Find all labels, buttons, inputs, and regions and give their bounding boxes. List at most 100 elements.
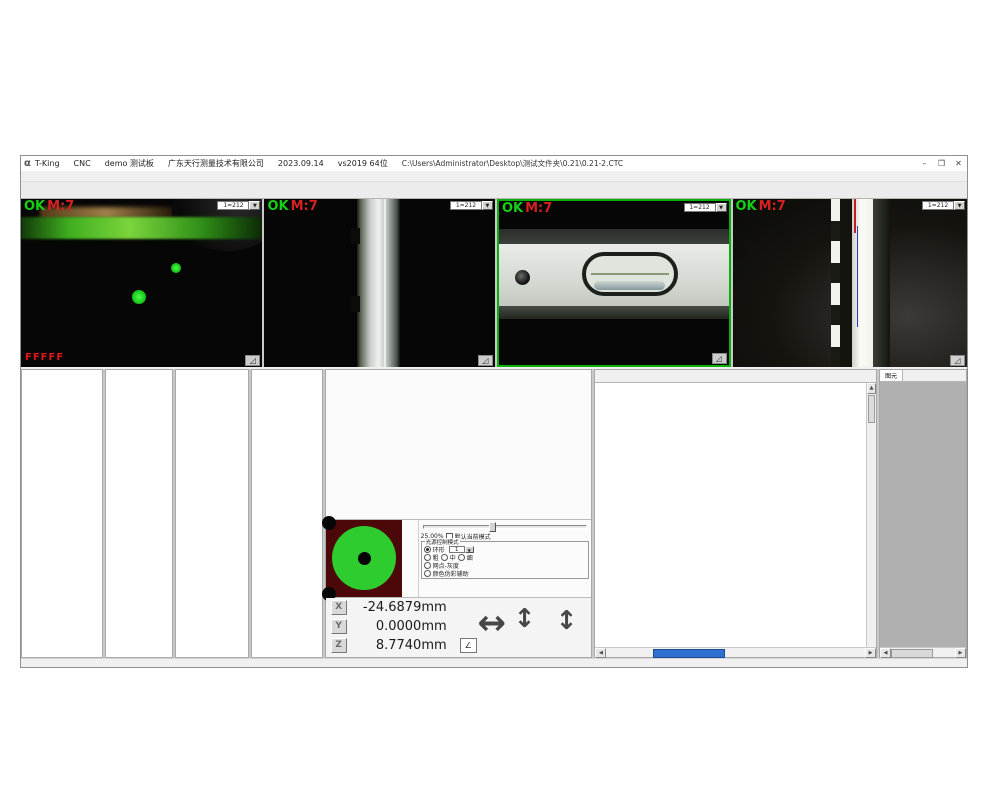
camera3-top-edge (499, 229, 729, 244)
camera3-resize-icon[interactable]: ◿ (712, 353, 727, 364)
table-horizontal-scrollbar[interactable]: ◀ ▶ (595, 647, 876, 657)
close-button[interactable]: ✕ (950, 157, 967, 170)
camera4-resize-icon[interactable]: ◿ (950, 355, 965, 366)
size-coarse-radio[interactable] (424, 554, 431, 561)
camera-view-3-selected[interactable]: OKM:7 1=212▼ ◿ (497, 199, 731, 367)
status-ok-label: OK (736, 199, 757, 214)
chevron-down-icon[interactable]: ▼ (465, 546, 474, 553)
date-label: 2023.09.14 (278, 159, 324, 168)
scroll-left-icon[interactable]: ◀ (880, 648, 891, 658)
title-bar: α T-King CNC demo 测试板 广东天行测量技术有限公司 2023.… (21, 156, 967, 171)
chevron-down-icon[interactable]: ▼ (954, 201, 965, 210)
status-ok-label: OK (24, 199, 45, 214)
camera-view-2[interactable]: OKM:7 1=212▼ ◿ (264, 199, 495, 367)
feature-tree-2 (105, 369, 173, 658)
jog-z-arrows-icon[interactable]: ↕ (556, 608, 578, 634)
table-vertical-scrollbar[interactable]: ▲ (866, 383, 876, 647)
camera-row: OKM:7 1=212▼ FFFFF ◿ OKM:7 1=212▼ ◿ OKM:… (21, 199, 967, 367)
camera1-laser-dot (171, 263, 181, 273)
results-panel: ▲ ◀ ▶ (594, 369, 877, 658)
slider-thumb[interactable] (489, 522, 496, 532)
camera4-blue-marker (857, 226, 858, 327)
camera-view-1[interactable]: OKM:7 1=212▼ FFFFF ◿ (21, 199, 262, 367)
measure-tool-palette (326, 370, 592, 520)
camera3-slot-shade (594, 281, 665, 290)
size-fine-radio[interactable] (458, 554, 465, 561)
angle-tool-button[interactable]: ∠ (460, 638, 477, 653)
camera2-rod (357, 199, 401, 367)
light-mode-group-title: 光源控制模式 (425, 538, 460, 546)
camera2-highlight (384, 199, 386, 367)
size-medium-radio[interactable] (441, 554, 448, 561)
z-axis-value: 8.7740mm (347, 638, 447, 653)
camera3-slot (582, 252, 678, 296)
toolbar (21, 182, 967, 199)
camera1-laser-dot (132, 290, 146, 304)
measure-count-label: M:7 (47, 199, 74, 214)
scroll-thumb[interactable] (891, 649, 933, 658)
chevron-down-icon[interactable]: ▼ (482, 201, 493, 210)
grid-gray-label: 网点-灰度 (433, 561, 459, 569)
default-mode-label: 默认当前模式 (455, 532, 491, 540)
brightness-slider[interactable] (423, 522, 588, 530)
file-path: C:\Users\Administrator\Desktop\测试文件夹\0.2… (402, 158, 623, 169)
y-axis-value: 0.0000mm (347, 619, 447, 634)
scroll-thumb[interactable] (653, 649, 725, 658)
light-control-panel: 25.00% 默认当前模式 光源控制模式 环形 1▼ 粗 中 细 网点-灰度 颜… (326, 520, 592, 598)
chevron-down-icon[interactable]: ▼ (249, 201, 260, 210)
ring-mode-radio[interactable] (424, 546, 431, 553)
ring-light-preview[interactable] (326, 520, 402, 597)
camera1-laser-band (21, 217, 262, 239)
element-tab[interactable]: 图元 (880, 370, 903, 381)
chevron-down-icon[interactable]: ▼ (716, 203, 727, 212)
element-panel-empty (880, 382, 966, 647)
app-name: T-King (35, 159, 60, 168)
ring-mode-label: 环形 (433, 545, 445, 553)
camera3-range-dropdown[interactable]: 1=212▼ (684, 203, 727, 212)
element-horizontal-scrollbar[interactable]: ◀ ▶ (880, 647, 966, 657)
camera2-resize-icon[interactable]: ◿ (478, 355, 493, 366)
lamp-corner-dot (322, 516, 336, 530)
company-label: 广东天行测量技术有限公司 (168, 158, 264, 169)
measure-count-label: M:7 (759, 199, 786, 214)
app-mode: CNC (74, 159, 91, 168)
size-fine-label: 细 (467, 553, 473, 561)
camera3-bottom-edge (499, 306, 729, 319)
status-bar (21, 658, 967, 668)
size-medium-label: 中 (450, 553, 456, 561)
camera3-slot-wire (591, 273, 669, 275)
y-axis-icon: Y (331, 619, 347, 634)
feature-tree-3 (175, 369, 249, 658)
light-options: 25.00% 默认当前模式 光源控制模式 环形 1▼ 粗 中 细 网点-灰度 颜… (419, 520, 592, 597)
maximize-button[interactable]: ❒ (933, 157, 950, 170)
scroll-thumb[interactable] (868, 395, 875, 423)
window-controls: – ❒ ✕ (916, 157, 967, 170)
scroll-right-icon[interactable]: ▶ (865, 648, 876, 658)
scroll-right-icon[interactable]: ▶ (955, 648, 966, 658)
camera-view-4[interactable]: OKM:7 1=212▼ ◿ (733, 199, 968, 367)
camera2-notch (351, 296, 360, 312)
jog-xy-arrows-icon[interactable]: ↔ (478, 608, 507, 638)
menu-bar (21, 171, 967, 182)
grid-gray-radio[interactable] (424, 562, 431, 569)
camera1-range-dropdown[interactable]: 1=212▼ (217, 201, 260, 210)
camera4-range-dropdown[interactable]: 1=212▼ (922, 201, 965, 210)
jog-y-arrows-icon[interactable]: ↕ (514, 606, 536, 632)
camera1-resize-icon[interactable]: ◿ (245, 355, 260, 366)
camera2-notch (351, 228, 360, 244)
build-label: vs2019 64位 (338, 158, 388, 169)
z-axis-icon: Z (331, 638, 347, 653)
light-mode-buttons (402, 520, 419, 597)
x-axis-icon: X (331, 600, 347, 615)
pseudo-color-radio[interactable] (424, 570, 431, 577)
status-ok-label: OK (502, 201, 523, 216)
camera4-dark-strip (873, 199, 889, 367)
scroll-up-icon[interactable]: ▲ (867, 383, 876, 394)
minimize-button[interactable]: – (916, 157, 933, 170)
ring-light-center (358, 552, 371, 565)
scroll-left-icon[interactable]: ◀ (595, 648, 606, 658)
camera2-range-dropdown[interactable]: 1=212▼ (450, 201, 493, 210)
user-label: demo 测试板 (105, 158, 154, 169)
ring-index-dropdown[interactable]: 1▼ (449, 546, 474, 553)
camera1-overlay-text: FFFFF (25, 352, 64, 363)
